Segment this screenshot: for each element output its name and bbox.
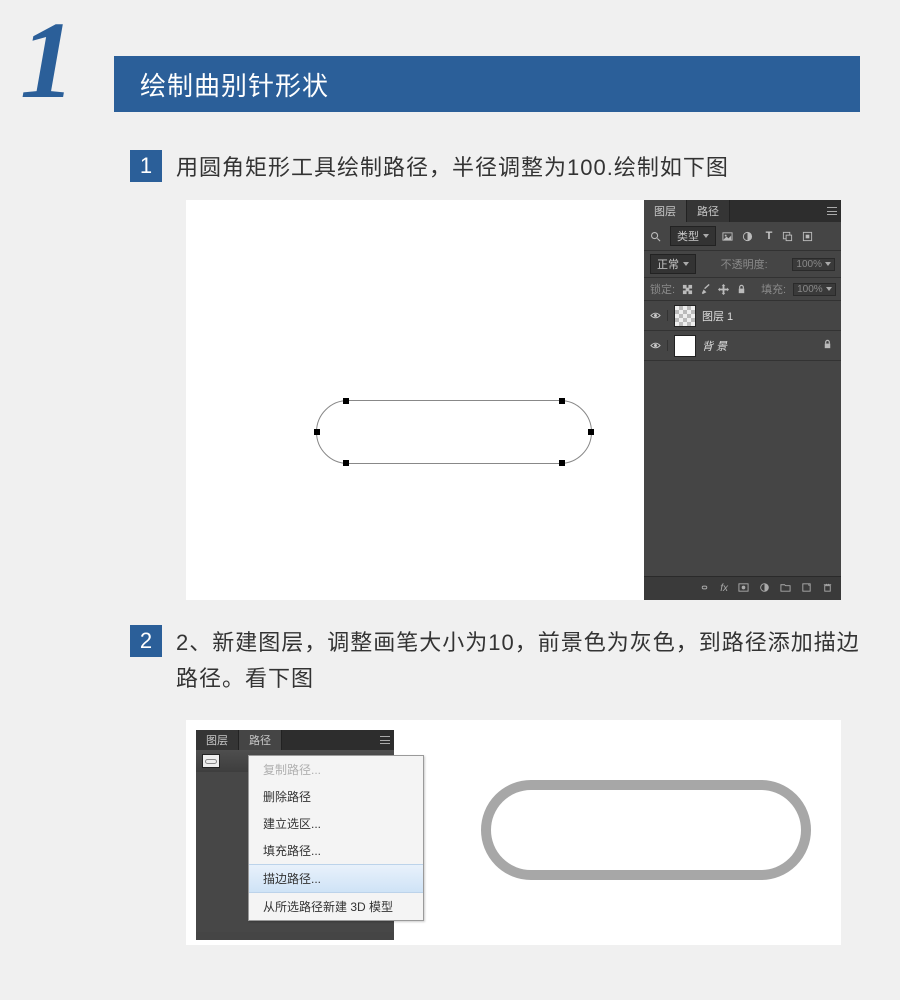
lock-pixels-icon[interactable] (682, 284, 693, 295)
tab-spacer (282, 730, 376, 750)
layer-name: 图层 1 (702, 308, 733, 324)
anchor-point (559, 460, 565, 466)
lock-icon (822, 339, 833, 353)
fill-value[interactable]: 100% (793, 283, 836, 296)
search-icon (650, 231, 664, 242)
step-1: 1 用圆角矩形工具绘制路径，半径调整为100.绘制如下图 (130, 150, 860, 186)
visibility-toggle[interactable] (644, 310, 668, 321)
anchor-point (314, 429, 320, 435)
section-heading: 绘制曲别针形状 (114, 56, 860, 112)
layer-thumbnail (674, 335, 696, 357)
chevron-down-icon (703, 234, 709, 238)
blend-mode-value: 正常 (657, 256, 679, 272)
anchor-point (343, 398, 349, 404)
filter-smart-icon[interactable] (802, 231, 816, 242)
layers-panel: 图层 路径 类型 T (644, 200, 841, 600)
fill-label: 填充: (761, 281, 786, 297)
ctx-fill-path[interactable]: 填充路径... (249, 837, 423, 864)
step-2: 2 2、新建图层，调整画笔大小为10，前景色为灰色，到路径添加描边路径。看下图 (130, 625, 860, 697)
lock-label: 锁定: (650, 281, 675, 297)
group-icon[interactable] (780, 582, 791, 596)
chevron-down-icon (825, 262, 831, 266)
filter-type-select[interactable]: 类型 (670, 226, 716, 246)
layer-name: 背 景 (702, 338, 727, 354)
canvas-area (186, 200, 644, 600)
screenshot-1: 图层 路径 类型 T (186, 200, 841, 600)
adjustment-icon[interactable] (759, 582, 770, 596)
fx-icon[interactable]: fx (720, 583, 728, 594)
chevron-down-icon (683, 262, 689, 266)
ctx-duplicate-path: 复制路径... (249, 756, 423, 783)
tab-spacer (730, 200, 823, 222)
anchor-point (559, 398, 565, 404)
chevron-down-icon (826, 287, 832, 291)
ctx-make-selection[interactable]: 建立选区... (249, 810, 423, 837)
step-2-badge: 2 (130, 625, 162, 657)
tab-layers[interactable]: 图层 (196, 730, 239, 750)
panel-menu-icon[interactable] (376, 730, 394, 750)
link-layers-icon[interactable] (699, 582, 710, 596)
filter-text-icon[interactable]: T (762, 230, 776, 242)
filter-type-label: 类型 (677, 228, 699, 244)
ctx-delete-path[interactable]: 删除路径 (249, 783, 423, 810)
layers-panel-footer: fx (644, 576, 841, 600)
filter-image-icon[interactable] (722, 231, 736, 242)
visibility-toggle[interactable] (644, 340, 668, 351)
layer-row-1[interactable]: 图层 1 (644, 301, 841, 331)
blend-mode-select[interactable]: 正常 (650, 254, 696, 274)
lock-move-icon[interactable] (718, 284, 729, 295)
panel-menu-icon[interactable] (823, 200, 841, 222)
layer-thumbnail (674, 305, 696, 327)
tab-layers[interactable]: 图层 (644, 200, 687, 222)
ctx-stroke-path[interactable]: 描边路径... (249, 864, 423, 893)
lock-all-icon[interactable] (736, 284, 747, 295)
section-number: 1 (20, 5, 75, 115)
stroked-pill-shape (481, 780, 811, 880)
context-menu: 复制路径... 删除路径 建立选区... 填充路径... 描边路径... 从所选… (248, 755, 424, 921)
layer-row-bg[interactable]: 背 景 (644, 331, 841, 361)
lock-brush-icon[interactable] (700, 284, 711, 295)
filter-shape-icon[interactable] (782, 231, 796, 242)
step-1-badge: 1 (130, 150, 162, 182)
opacity-label: 不透明度: (721, 256, 768, 272)
anchor-point (343, 460, 349, 466)
step-2-text: 2、新建图层，调整画笔大小为10，前景色为灰色，到路径添加描边路径。看下图 (176, 625, 860, 697)
new-layer-icon[interactable] (801, 582, 812, 596)
ctx-new-3d-model[interactable]: 从所选路径新建 3D 模型 (249, 893, 423, 920)
mask-icon[interactable] (738, 582, 749, 596)
rounded-rect-path (316, 400, 592, 464)
path-thumbnail (202, 754, 220, 768)
anchor-point (588, 429, 594, 435)
tab-paths[interactable]: 路径 (239, 730, 282, 750)
screenshot-2: 图层 路径 复制路径... 删除路径 建立选区... 填充路径... 描边路径.… (186, 720, 841, 945)
step-1-text: 用圆角矩形工具绘制路径，半径调整为100.绘制如下图 (176, 150, 729, 186)
tab-paths[interactable]: 路径 (687, 200, 730, 222)
opacity-value[interactable]: 100% (792, 258, 835, 271)
filter-adjust-icon[interactable] (742, 231, 756, 242)
trash-icon[interactable] (822, 582, 833, 596)
